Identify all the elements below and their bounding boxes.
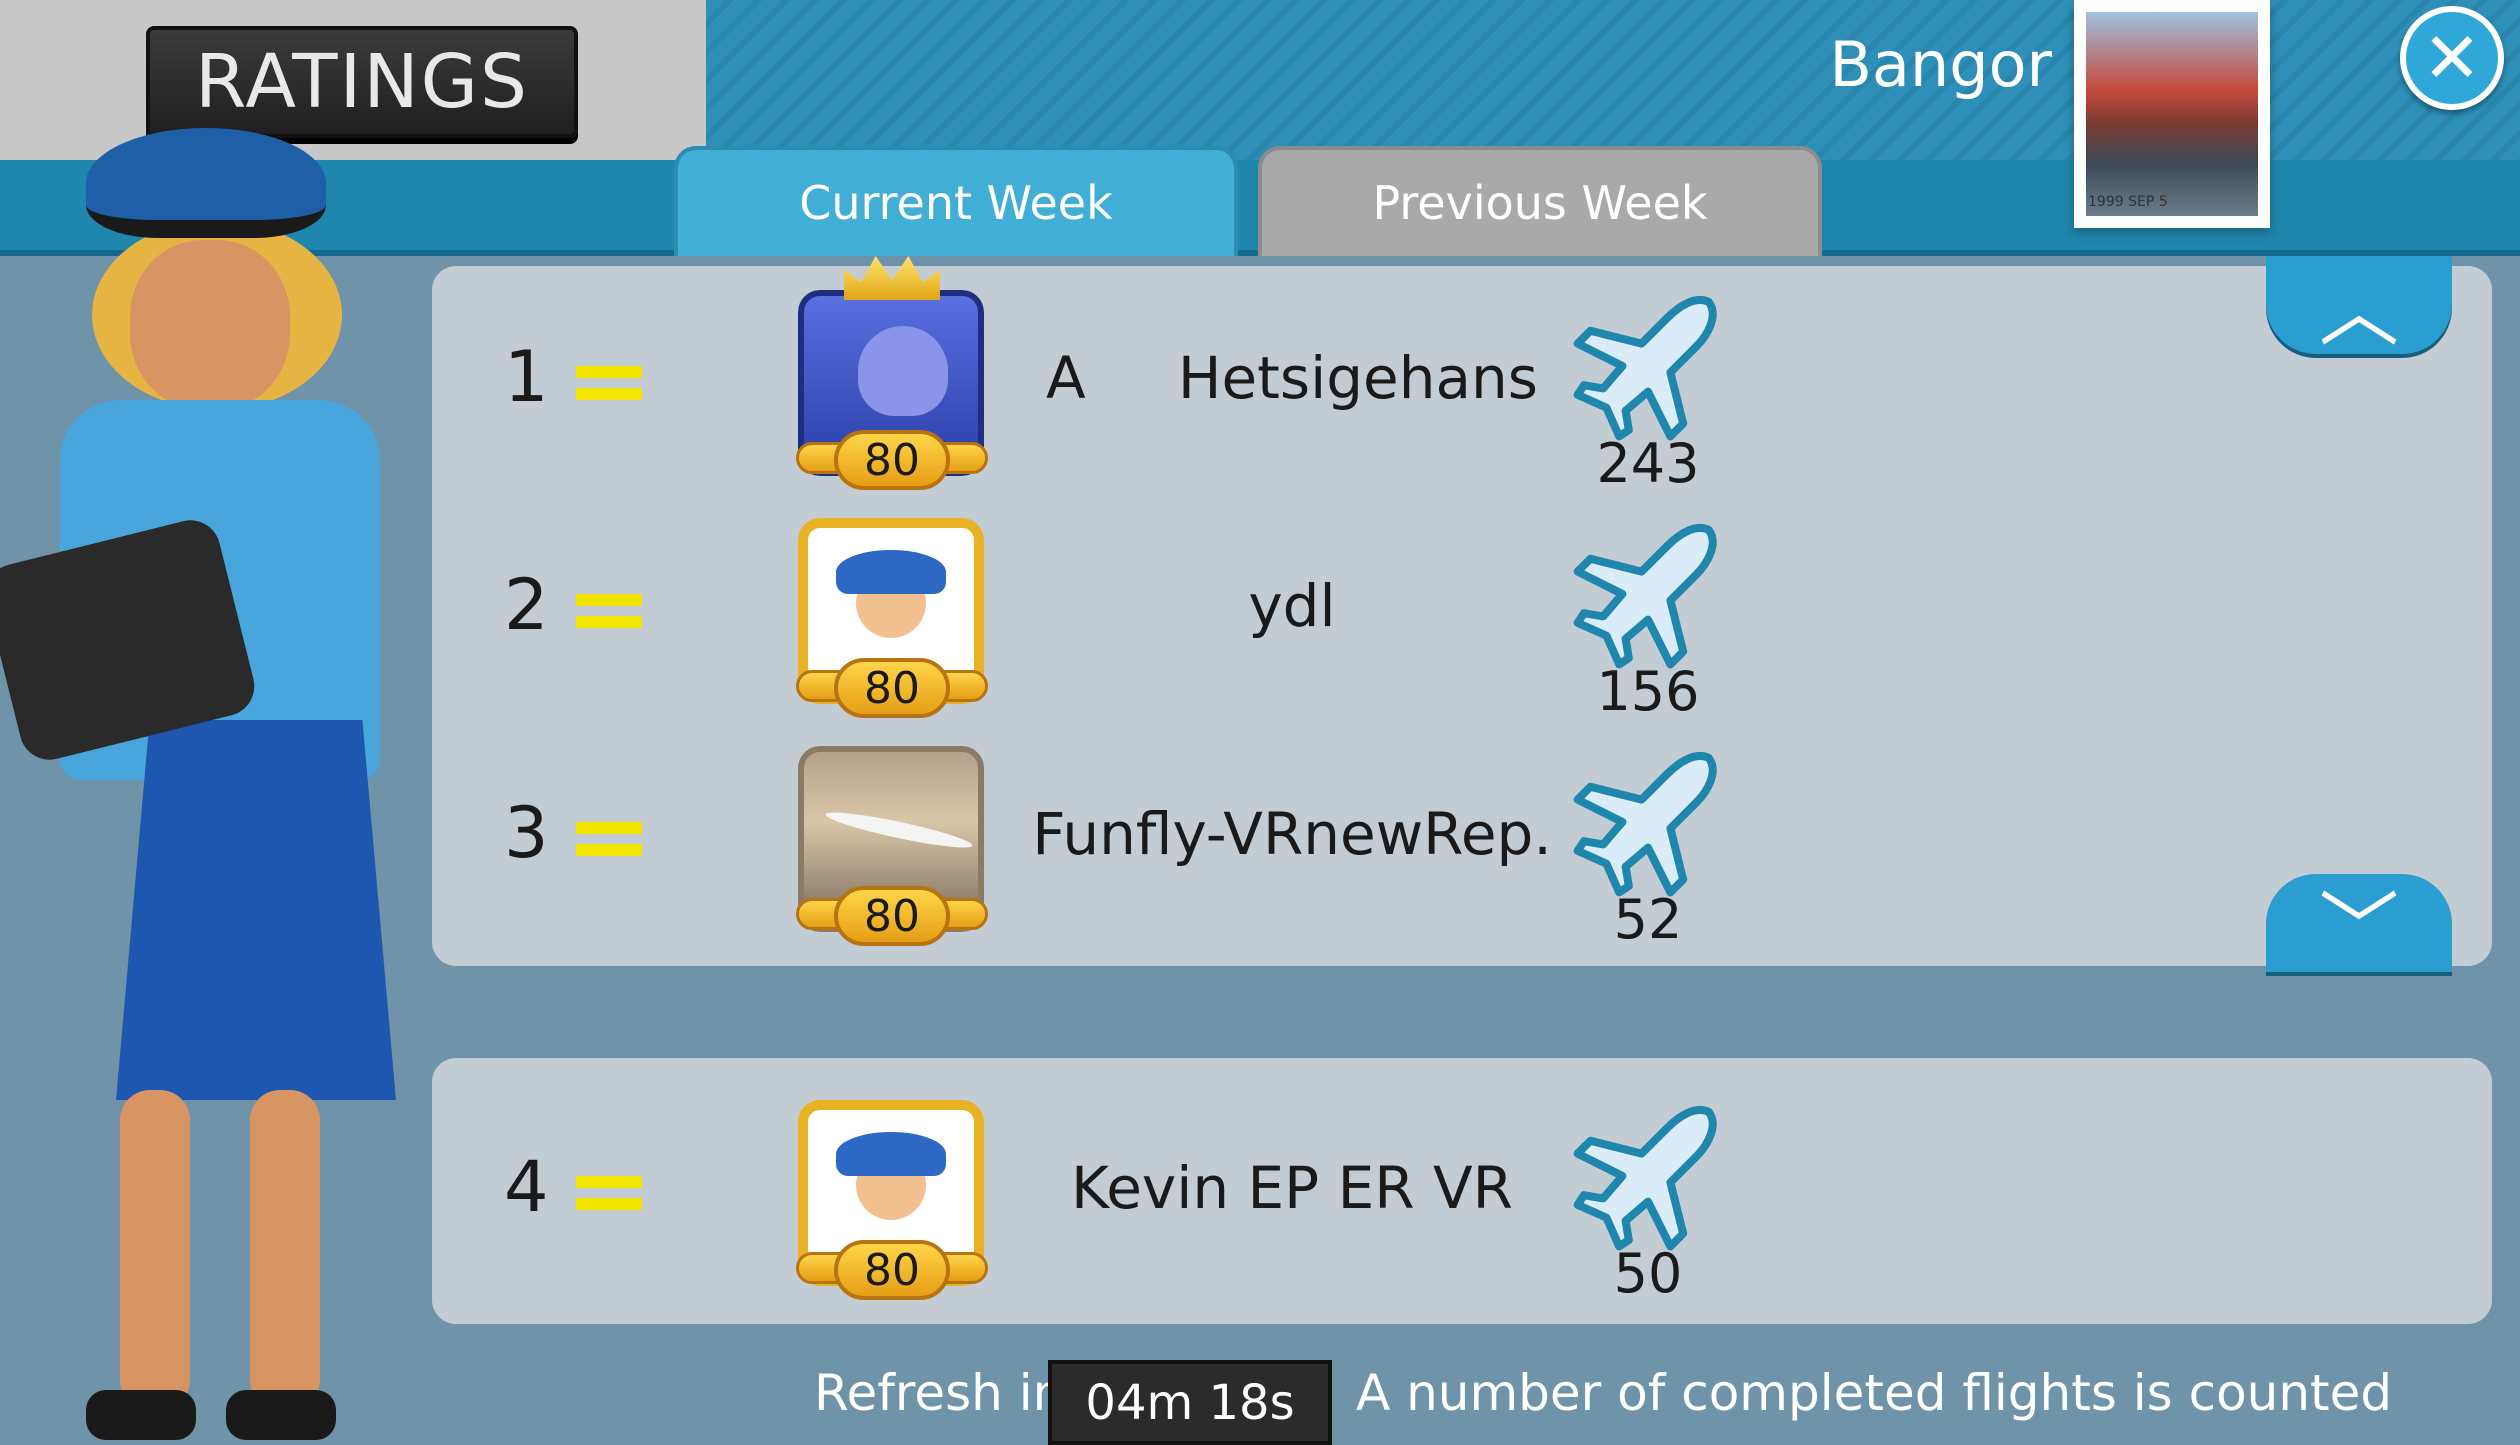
rank-number: 2 (504, 564, 549, 646)
airplane-icon (1573, 296, 1717, 441)
close-icon: ✕ (2422, 17, 2482, 99)
airplane-icon (1573, 752, 1717, 897)
stamp-postmark: 1999 SEP 5 (2088, 194, 2168, 210)
rank-number: 1 (504, 336, 549, 418)
own-rating-row[interactable]: 4 80 Kevin EP ER VR 50 (432, 1076, 2492, 1305)
rank-number: 3 (504, 792, 549, 874)
crown-icon (844, 256, 940, 300)
equal-icon (576, 822, 642, 856)
pilot-face (130, 240, 290, 410)
flights-count: 156 (1596, 660, 1700, 723)
rank-number: 4 (504, 1146, 549, 1228)
tab-previous-week[interactable]: Previous Week (1258, 146, 1822, 256)
equal-icon (576, 366, 642, 400)
pilot-cap-icon (836, 550, 946, 594)
city-name: Bangor (1829, 28, 2052, 101)
pilot-cap-icon (836, 1132, 946, 1176)
airplane-icon (1573, 1106, 1717, 1251)
pilot-shoe-right (226, 1390, 336, 1440)
player-name: Funfly-VRnewRep. (1032, 800, 1552, 868)
leaderboard-row[interactable]: 1 80 A Hetsigehans 243 (432, 256, 2492, 495)
tab-current-week[interactable]: Current Week (674, 146, 1238, 256)
pilot-leg-right (250, 1090, 320, 1410)
level-badge: 80 (834, 886, 950, 946)
chevron-up-icon: ︿ (2319, 265, 2399, 358)
pilot-character-illustration (0, 100, 440, 1445)
level-badge: 80 (834, 1240, 950, 1300)
refresh-label: Refresh in (814, 1364, 1065, 1422)
own-rating-panel: 4 80 Kevin EP ER VR 50 (432, 1058, 2492, 1324)
footer-note: A number of completed flights is counted (1356, 1364, 2393, 1422)
equal-icon (576, 594, 642, 628)
flights-count: 243 (1596, 432, 1700, 495)
pilot-skirt (116, 720, 396, 1100)
player-name: A Hetsigehans (1045, 344, 1538, 412)
flights-count: 52 (1613, 888, 1683, 951)
jet-icon (823, 806, 975, 854)
pilot-leg-left (120, 1090, 190, 1410)
equal-icon (576, 1176, 642, 1210)
pilot-hat (86, 128, 326, 238)
player-name: ydl (1248, 572, 1336, 640)
scroll-up-button[interactable]: ︿ (2266, 256, 2452, 358)
city-stamp-image: 1999 SEP 5 (2074, 0, 2270, 228)
leaderboard-list[interactable]: 1 80 A Hetsigehans 243 2 80 ydl 156 3 80… (432, 256, 2492, 966)
player-name: Kevin EP ER VR (1071, 1154, 1513, 1222)
scroll-down-button[interactable]: ﹀ (2266, 874, 2452, 976)
shark-icon (858, 326, 948, 416)
level-badge: 80 (834, 658, 950, 718)
close-button[interactable]: ✕ (2400, 6, 2504, 110)
pilot-shoe-left (86, 1390, 196, 1440)
leaderboard-row[interactable]: 2 80 ydl 156 (432, 494, 2492, 723)
level-badge: 80 (834, 430, 950, 490)
chevron-down-icon: ﹀ (2319, 883, 2399, 976)
city-photo (2086, 12, 2258, 216)
airplane-icon (1573, 524, 1717, 669)
leaderboard-row[interactable]: 3 80 Funfly-VRnewRep. 52 (432, 722, 2492, 951)
flights-count: 50 (1613, 1242, 1683, 1305)
refresh-timer: 04m 18s (1048, 1360, 1332, 1445)
